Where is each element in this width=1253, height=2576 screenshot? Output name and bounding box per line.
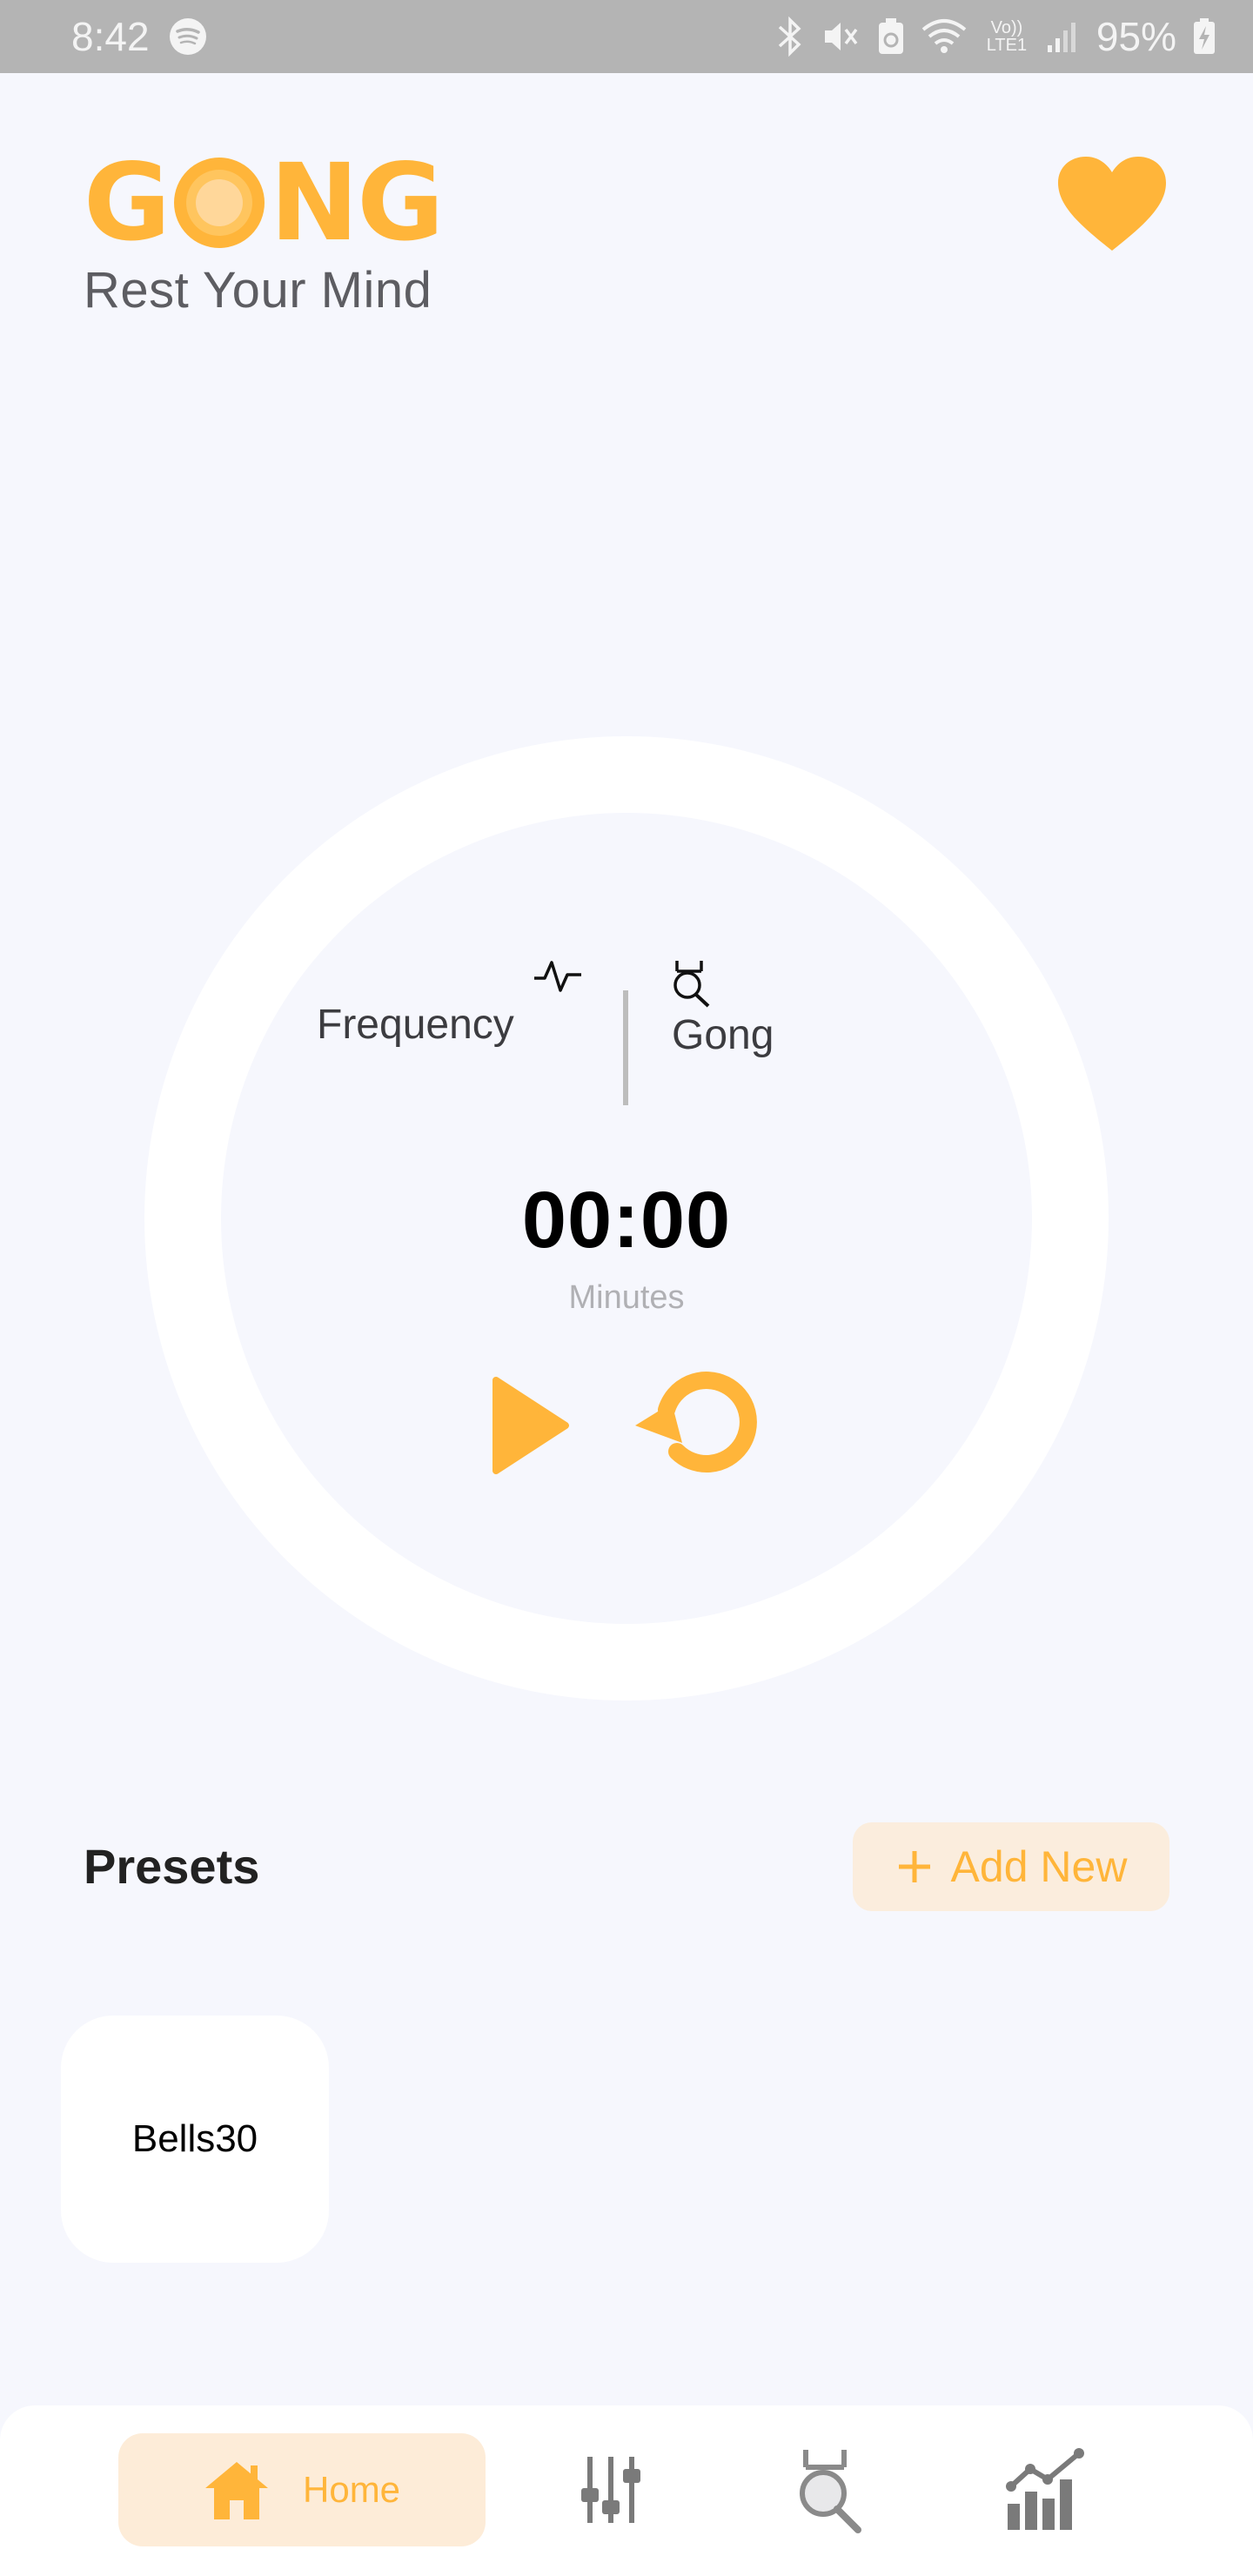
recycle-icon xyxy=(877,17,905,56)
bluetooth-icon xyxy=(774,17,806,57)
wifi-icon xyxy=(921,17,968,56)
gong-icon xyxy=(800,2450,861,2533)
heart-icon xyxy=(1058,157,1166,251)
reset-button[interactable] xyxy=(632,1368,759,1481)
play-button[interactable] xyxy=(486,1375,573,1476)
nav-item-gong[interactable] xyxy=(776,2442,881,2538)
mode-divider xyxy=(623,990,628,1105)
sun-icon xyxy=(167,151,271,255)
add-new-preset-button[interactable]: Add New xyxy=(853,1822,1169,1911)
mixer-icon xyxy=(581,2457,640,2523)
plus-icon xyxy=(898,1851,930,1882)
presets-title: Presets xyxy=(84,1839,260,1894)
status-time: 8:42 xyxy=(71,14,150,59)
nav-item-home[interactable]: Home xyxy=(118,2433,486,2546)
frequency-label[interactable]: Frequency xyxy=(317,1001,514,1049)
reset-icon xyxy=(635,1372,757,1472)
home-screen: 8:42 Vo)) LTE1 95% G NG Rest Your Mind F… xyxy=(0,0,1253,2576)
logo-text-left: G xyxy=(84,141,171,265)
network-label: Vo)) LTE1 xyxy=(986,18,1028,55)
nav-home-label: Home xyxy=(303,2469,401,2510)
battery-level: 95% xyxy=(1096,14,1176,59)
add-new-label: Add New xyxy=(950,1842,1128,1891)
battery-charging-icon xyxy=(1192,17,1216,56)
nav-item-mixer[interactable] xyxy=(559,2442,663,2538)
status-bar: 8:42 Vo)) LTE1 95% xyxy=(0,0,1253,73)
logo-text-right: NG xyxy=(270,141,444,265)
tagline: Rest Your Mind xyxy=(84,262,432,319)
timer-unit-label: Minutes xyxy=(568,1279,685,1316)
app-logo: G NG Rest Your Mind xyxy=(84,141,444,319)
signal-icon xyxy=(1046,19,1081,54)
home-icon xyxy=(205,2462,268,2519)
pulse-icon[interactable] xyxy=(533,957,583,997)
preset-card[interactable]: Bells30 xyxy=(61,2016,329,2263)
favorites-button[interactable] xyxy=(1053,153,1171,258)
gong-label[interactable]: Gong xyxy=(672,1011,774,1059)
nav-item-stats[interactable] xyxy=(994,2442,1098,2538)
mute-icon xyxy=(821,17,861,57)
timer-display[interactable]: 00:00 xyxy=(409,1175,844,1266)
preset-label: Bells30 xyxy=(131,2117,258,2160)
play-icon xyxy=(492,1377,569,1474)
spotify-icon xyxy=(169,17,207,56)
stats-icon xyxy=(1006,2448,1084,2530)
logo-wordmark: G NG xyxy=(84,141,444,265)
gong-icon[interactable] xyxy=(670,957,712,1008)
